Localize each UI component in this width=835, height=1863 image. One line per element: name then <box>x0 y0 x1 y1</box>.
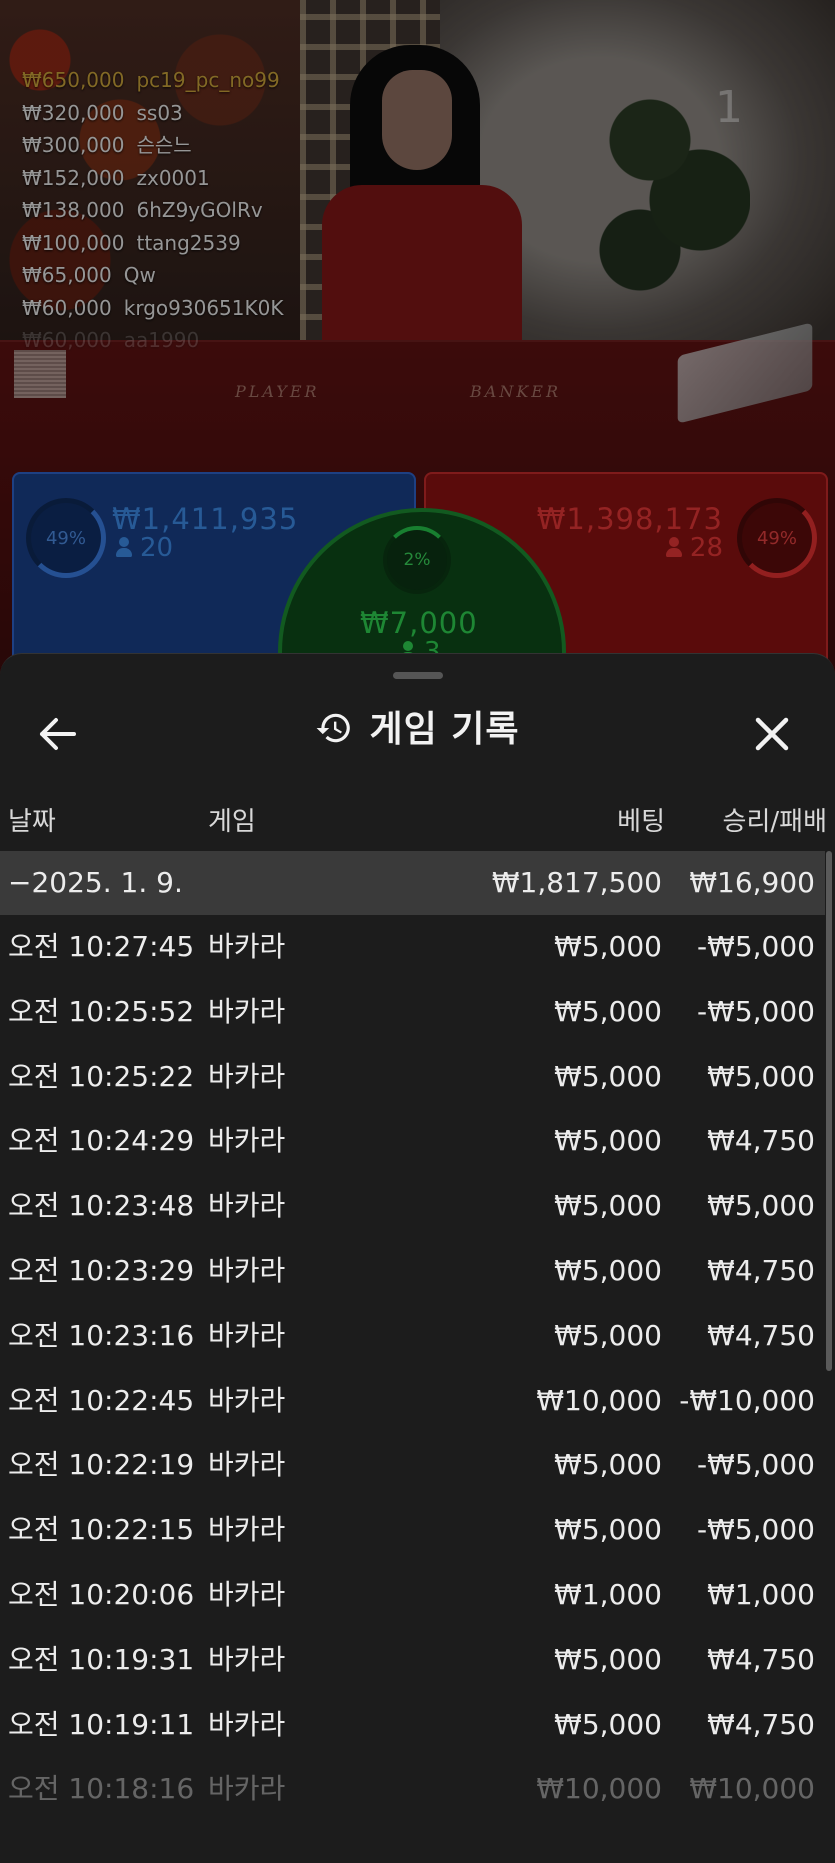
column-header-date: 날짜 <box>8 807 56 837</box>
scrollbar[interactable] <box>826 851 832 1371</box>
table-row[interactable]: 오전 10:23:16 바카라 ₩5,000 ₩4,750 <box>0 1304 825 1369</box>
table-row[interactable]: 오전 10:18:16 바카라 ₩10,000 ₩10,000 <box>0 1757 825 1822</box>
date-group-label: −2025. 1. 9. <box>8 866 183 899</box>
date-group-result-total: ₩16,900 <box>689 866 815 899</box>
drag-handle[interactable] <box>393 672 443 679</box>
table-row[interactable]: 오전 10:22:19 바카라 ₩5,000 -₩5,000 <box>0 1433 825 1498</box>
table-row[interactable]: 오전 10:22:15 바카라 ₩5,000 -₩5,000 <box>0 1498 825 1563</box>
arrow-left-icon <box>40 718 76 750</box>
table-row[interactable]: 오전 10:25:22 바카라 ₩5,000 ₩5,000 <box>0 1045 825 1110</box>
table-row[interactable]: 오전 10:23:48 바카라 ₩5,000 ₩5,000 <box>0 1174 825 1239</box>
date-group-row[interactable]: −2025. 1. 9. ₩1,817,500 ₩16,900 <box>0 851 825 915</box>
history-icon <box>317 713 351 743</box>
table-row[interactable]: 오전 10:27:45 바카라 ₩5,000 -₩5,000 <box>0 915 825 980</box>
column-header-result: 승리/패배 <box>722 807 827 837</box>
column-header-game: 게임 <box>208 807 256 837</box>
game-history-sheet: 게임 기록 날짜 게임 베팅 승리/패배 −2025. 1. 9. ₩1,817… <box>0 653 835 1863</box>
table-row[interactable]: 오전 10:19:31 바카라 ₩5,000 ₩4,750 <box>0 1628 825 1693</box>
table-row[interactable]: 오전 10:19:11 바카라 ₩5,000 ₩4,750 <box>0 1693 825 1758</box>
page-title: 게임 기록 <box>369 709 520 750</box>
title-group: 게임 기록 <box>0 694 835 772</box>
history-list: 오전 10:27:45 바카라 ₩5,000 -₩5,000 오전 10:25:52 바… <box>0 915 825 1822</box>
table-row[interactable]: 오전 10:25:52 바카라 ₩5,000 -₩5,000 <box>0 980 825 1045</box>
date-group-bet-total: ₩1,817,500 <box>491 866 662 899</box>
table-row[interactable]: 오전 10:23:29 바카라 ₩5,000 ₩4,750 <box>0 1239 825 1304</box>
back-button[interactable] <box>38 716 78 752</box>
table-row[interactable]: 오전 10:20:06 바카라 ₩1,000 ₩1,000 <box>0 1563 825 1628</box>
close-button[interactable] <box>752 714 792 754</box>
sheet-header: 게임 기록 <box>0 694 835 766</box>
table-row[interactable]: 오전 10:24:29 바카라 ₩5,000 ₩4,750 <box>0 1109 825 1174</box>
video-dim-overlay <box>0 0 835 700</box>
live-video: PLAYER BANKER 1 ₩650,000 pc19_pc_no99 ₩32… <box>0 0 835 700</box>
close-icon <box>755 717 789 751</box>
table-row[interactable]: 오전 10:22:45 바카라 ₩10,000 -₩10,000 <box>0 1369 825 1434</box>
column-header-bet: 베팅 <box>617 807 665 837</box>
